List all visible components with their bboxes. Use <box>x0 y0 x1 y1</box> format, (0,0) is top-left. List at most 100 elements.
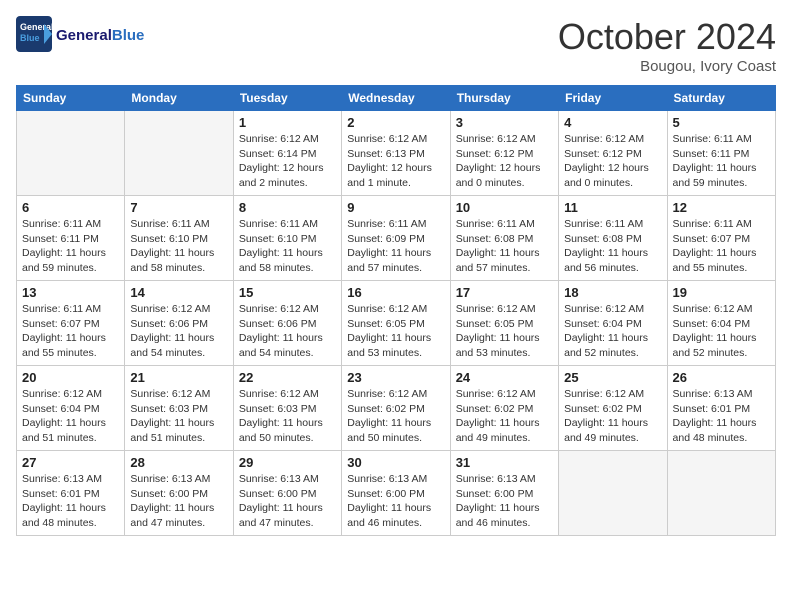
calendar-cell <box>667 451 775 536</box>
day-detail: Sunrise: 6:13 AM Sunset: 6:00 PM Dayligh… <box>456 472 553 531</box>
week-row-1: 1 Sunrise: 6:12 AM Sunset: 6:14 PM Daylig… <box>17 111 776 196</box>
day-number: 29 <box>239 455 336 470</box>
calendar-cell: 3 Sunrise: 6:12 AM Sunset: 6:12 PM Daylig… <box>450 111 558 196</box>
day-number: 8 <box>239 200 336 215</box>
calendar-cell: 16 Sunrise: 6:12 AM Sunset: 6:05 PM Dayli… <box>342 281 450 366</box>
weekday-header-monday: Monday <box>125 86 233 111</box>
day-number: 9 <box>347 200 444 215</box>
day-number: 17 <box>456 285 553 300</box>
day-detail: Sunrise: 6:12 AM Sunset: 6:03 PM Dayligh… <box>130 387 227 446</box>
day-detail: Sunrise: 6:12 AM Sunset: 6:03 PM Dayligh… <box>239 387 336 446</box>
weekday-header-row: SundayMondayTuesdayWednesdayThursdayFrid… <box>17 86 776 111</box>
location-title: Bougou, Ivory Coast <box>558 58 776 75</box>
calendar-cell: 8 Sunrise: 6:11 AM Sunset: 6:10 PM Daylig… <box>233 196 341 281</box>
day-detail: Sunrise: 6:12 AM Sunset: 6:12 PM Dayligh… <box>564 132 661 191</box>
day-detail: Sunrise: 6:13 AM Sunset: 6:00 PM Dayligh… <box>347 472 444 531</box>
logo-general-text: General <box>56 27 112 44</box>
weekday-header-tuesday: Tuesday <box>233 86 341 111</box>
day-number: 1 <box>239 115 336 130</box>
week-row-2: 6 Sunrise: 6:11 AM Sunset: 6:11 PM Daylig… <box>17 196 776 281</box>
week-row-3: 13Sunrise: 6:11 AM Sunset: 6:07 PM Dayli… <box>17 281 776 366</box>
day-detail: Sunrise: 6:11 AM Sunset: 6:07 PM Dayligh… <box>673 217 770 276</box>
calendar-cell: 12 Sunrise: 6:11 AM Sunset: 6:07 PM Dayli… <box>667 196 775 281</box>
calendar-cell: 27 Sunrise: 6:13 AM Sunset: 6:01 PM Dayli… <box>17 451 125 536</box>
day-detail: Sunrise: 6:12 AM Sunset: 6:12 PM Dayligh… <box>456 132 553 191</box>
weekday-header-wednesday: Wednesday <box>342 86 450 111</box>
day-detail: Sunrise: 6:13 AM Sunset: 6:01 PM Dayligh… <box>673 387 770 446</box>
day-detail: Sunrise: 6:11 AM Sunset: 6:10 PM Dayligh… <box>239 217 336 276</box>
day-number: 25 <box>564 370 661 385</box>
title-block: October 2024 Bougou, Ivory Coast <box>558 16 776 75</box>
weekday-header-sunday: Sunday <box>17 86 125 111</box>
day-number: 28 <box>130 455 227 470</box>
calendar-cell: 18Sunrise: 6:12 AM Sunset: 6:04 PM Dayli… <box>559 281 667 366</box>
day-detail: Sunrise: 6:13 AM Sunset: 6:00 PM Dayligh… <box>239 472 336 531</box>
calendar-cell: 31 Sunrise: 6:13 AM Sunset: 6:00 PM Dayli… <box>450 451 558 536</box>
calendar-cell: 11Sunrise: 6:11 AM Sunset: 6:08 PM Dayli… <box>559 196 667 281</box>
day-number: 3 <box>456 115 553 130</box>
day-number: 23 <box>347 370 444 385</box>
calendar-cell: 10Sunrise: 6:11 AM Sunset: 6:08 PM Dayli… <box>450 196 558 281</box>
weekday-header-thursday: Thursday <box>450 86 558 111</box>
calendar-cell: 24Sunrise: 6:12 AM Sunset: 6:02 PM Dayli… <box>450 366 558 451</box>
calendar-cell: 26 Sunrise: 6:13 AM Sunset: 6:01 PM Dayli… <box>667 366 775 451</box>
day-number: 13 <box>22 285 119 300</box>
calendar-cell <box>125 111 233 196</box>
day-detail: Sunrise: 6:12 AM Sunset: 6:04 PM Dayligh… <box>564 302 661 361</box>
calendar-cell: 9 Sunrise: 6:11 AM Sunset: 6:09 PM Daylig… <box>342 196 450 281</box>
day-detail: Sunrise: 6:11 AM Sunset: 6:11 PM Dayligh… <box>22 217 119 276</box>
calendar-cell: 20Sunrise: 6:12 AM Sunset: 6:04 PM Dayli… <box>17 366 125 451</box>
day-detail: Sunrise: 6:11 AM Sunset: 6:09 PM Dayligh… <box>347 217 444 276</box>
calendar-cell: 19 Sunrise: 6:12 AM Sunset: 6:04 PM Dayli… <box>667 281 775 366</box>
day-number: 6 <box>22 200 119 215</box>
day-number: 19 <box>673 285 770 300</box>
day-detail: Sunrise: 6:12 AM Sunset: 6:06 PM Dayligh… <box>130 302 227 361</box>
calendar-cell <box>17 111 125 196</box>
day-number: 26 <box>673 370 770 385</box>
calendar-cell: 5 Sunrise: 6:11 AM Sunset: 6:11 PM Daylig… <box>667 111 775 196</box>
calendar-cell: 13Sunrise: 6:11 AM Sunset: 6:07 PM Dayli… <box>17 281 125 366</box>
page-header: General Blue General Blue October 2024 Bo… <box>16 16 776 75</box>
calendar-cell: 17 Sunrise: 6:12 AM Sunset: 6:05 PM Dayli… <box>450 281 558 366</box>
calendar-cell: 15Sunrise: 6:12 AM Sunset: 6:06 PM Dayli… <box>233 281 341 366</box>
calendar-cell: 22Sunrise: 6:12 AM Sunset: 6:03 PM Dayli… <box>233 366 341 451</box>
calendar-cell: 6 Sunrise: 6:11 AM Sunset: 6:11 PM Daylig… <box>17 196 125 281</box>
calendar-cell: 23 Sunrise: 6:12 AM Sunset: 6:02 PM Dayli… <box>342 366 450 451</box>
day-detail: Sunrise: 6:11 AM Sunset: 6:11 PM Dayligh… <box>673 132 770 191</box>
calendar-cell <box>559 451 667 536</box>
calendar-table: SundayMondayTuesdayWednesdayThursdayFrid… <box>16 85 776 536</box>
day-number: 31 <box>456 455 553 470</box>
day-number: 4 <box>564 115 661 130</box>
day-number: 15 <box>239 285 336 300</box>
day-number: 20 <box>22 370 119 385</box>
day-detail: Sunrise: 6:12 AM Sunset: 6:02 PM Dayligh… <box>564 387 661 446</box>
day-detail: Sunrise: 6:12 AM Sunset: 6:02 PM Dayligh… <box>456 387 553 446</box>
day-detail: Sunrise: 6:13 AM Sunset: 6:01 PM Dayligh… <box>22 472 119 531</box>
day-number: 12 <box>673 200 770 215</box>
day-number: 5 <box>673 115 770 130</box>
weekday-header-friday: Friday <box>559 86 667 111</box>
svg-text:Blue: Blue <box>20 33 40 43</box>
day-number: 16 <box>347 285 444 300</box>
week-row-4: 20Sunrise: 6:12 AM Sunset: 6:04 PM Dayli… <box>17 366 776 451</box>
calendar-cell: 21 Sunrise: 6:12 AM Sunset: 6:03 PM Dayli… <box>125 366 233 451</box>
day-number: 11 <box>564 200 661 215</box>
day-detail: Sunrise: 6:12 AM Sunset: 6:05 PM Dayligh… <box>347 302 444 361</box>
calendar-cell: 25 Sunrise: 6:12 AM Sunset: 6:02 PM Dayli… <box>559 366 667 451</box>
calendar-cell: 14 Sunrise: 6:12 AM Sunset: 6:06 PM Dayli… <box>125 281 233 366</box>
day-number: 30 <box>347 455 444 470</box>
day-detail: Sunrise: 6:12 AM Sunset: 6:13 PM Dayligh… <box>347 132 444 191</box>
calendar-cell: 29 Sunrise: 6:13 AM Sunset: 6:00 PM Dayli… <box>233 451 341 536</box>
day-number: 10 <box>456 200 553 215</box>
month-title: October 2024 <box>558 16 776 58</box>
day-number: 14 <box>130 285 227 300</box>
day-detail: Sunrise: 6:12 AM Sunset: 6:14 PM Dayligh… <box>239 132 336 191</box>
day-detail: Sunrise: 6:12 AM Sunset: 6:05 PM Dayligh… <box>456 302 553 361</box>
day-number: 7 <box>130 200 227 215</box>
day-number: 27 <box>22 455 119 470</box>
day-detail: Sunrise: 6:12 AM Sunset: 6:02 PM Dayligh… <box>347 387 444 446</box>
day-detail: Sunrise: 6:12 AM Sunset: 6:04 PM Dayligh… <box>673 302 770 361</box>
calendar-cell: 1 Sunrise: 6:12 AM Sunset: 6:14 PM Daylig… <box>233 111 341 196</box>
day-number: 21 <box>130 370 227 385</box>
logo-icon: General Blue <box>16 16 52 52</box>
